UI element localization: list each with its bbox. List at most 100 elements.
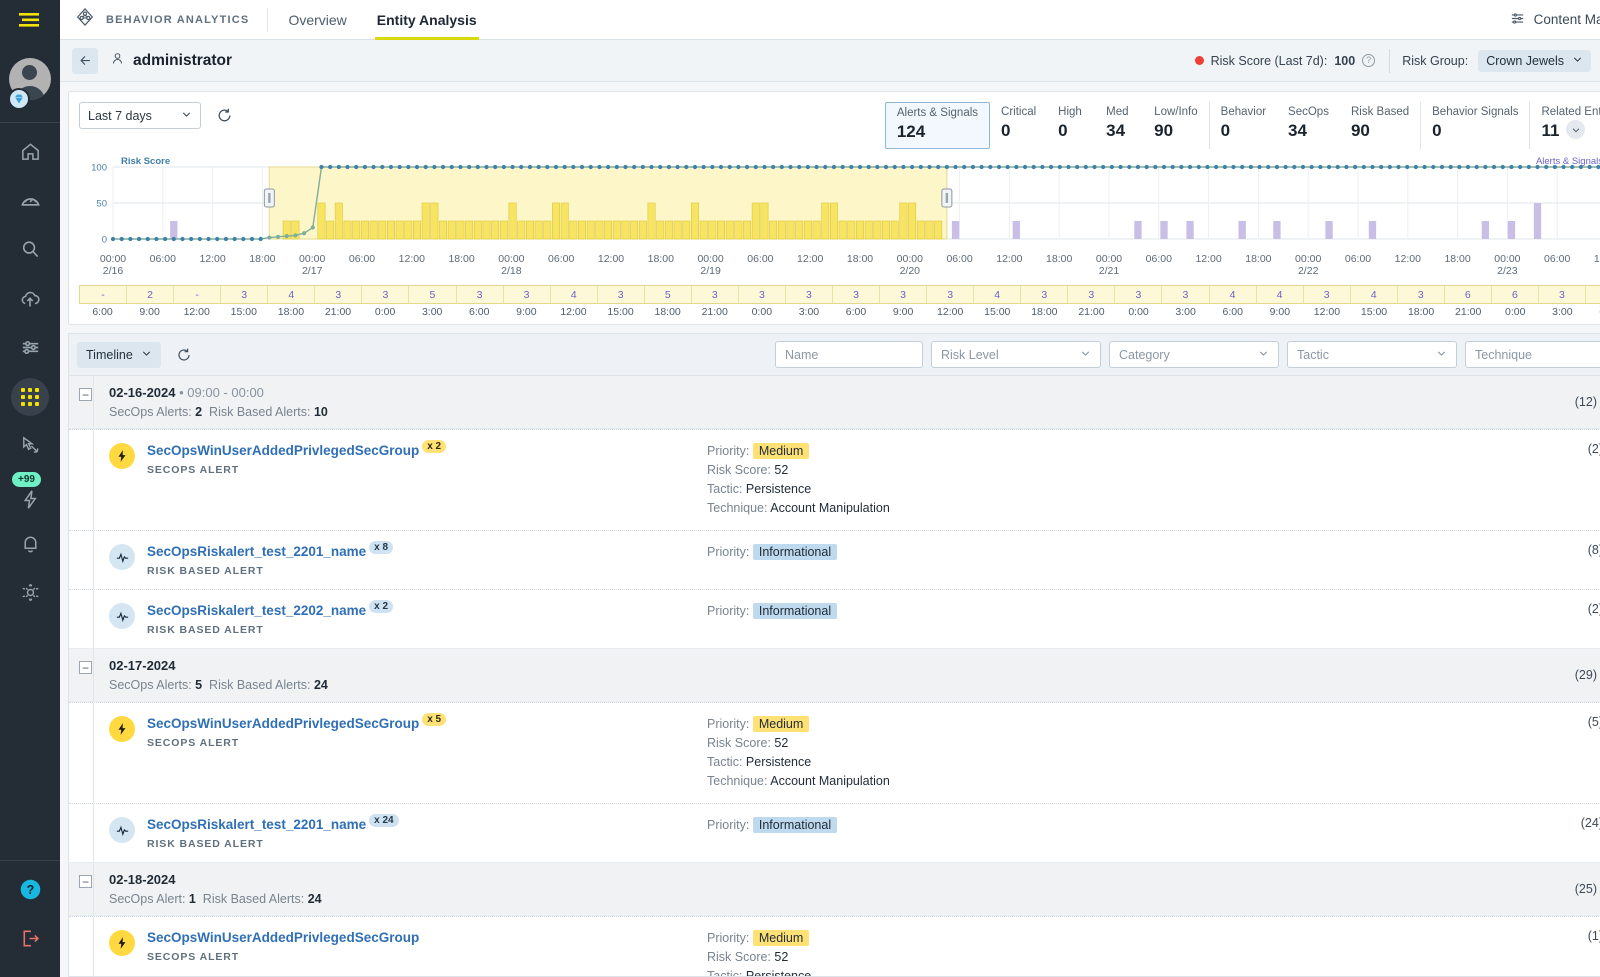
scrubber-cell[interactable]: 6: [1492, 286, 1539, 303]
sidebar-item-apps[interactable]: [0, 372, 60, 421]
scrubber-cell[interactable]: -: [80, 286, 128, 303]
metric-behavior[interactable]: Behavior 0: [1208, 102, 1277, 149]
scrubber-cell[interactable]: 3: [833, 286, 881, 303]
scrubber-cell[interactable]: 3: [1162, 286, 1210, 303]
scrubber-cell[interactable]: 5: [409, 286, 457, 303]
app-logo[interactable]: [0, 0, 60, 40]
risk-group-label: Risk Group:: [1402, 53, 1469, 68]
category-select[interactable]: Category: [1109, 341, 1279, 368]
metric-secops[interactable]: SecOps 34: [1277, 102, 1340, 149]
scrubber-cell[interactable]: 3: [1586, 286, 1600, 303]
tab-overview[interactable]: Overview: [286, 0, 348, 40]
sidebar-item-logout[interactable]: [0, 914, 60, 963]
day-group-header[interactable]: − 02-17-2024 SecOps Alerts: 5 Risk Based A…: [69, 649, 1600, 702]
sidebar-item-configuration[interactable]: [0, 568, 60, 617]
scrubber-cell[interactable]: 3: [786, 286, 833, 303]
scrubber-cell[interactable]: 3: [1068, 286, 1116, 303]
metric-low-info[interactable]: Low/Info 90: [1143, 102, 1208, 149]
sidebar-item-upload[interactable]: [0, 274, 60, 323]
scrubber-cell[interactable]: 4: [551, 286, 598, 303]
sidebar-item-dashboard[interactable]: [0, 176, 60, 225]
scrubber-cell[interactable]: 3: [1539, 286, 1586, 303]
metric-med[interactable]: Med 34: [1095, 102, 1143, 149]
metric-alerts-signals[interactable]: Alerts & Signals 124: [884, 102, 991, 149]
scrubber-cell[interactable]: 3: [1304, 286, 1351, 303]
scrubber-cell[interactable]: 2: [127, 286, 175, 303]
scrubber-tick-label: 15:00: [984, 306, 1011, 318]
scrubber-cell[interactable]: 3: [221, 286, 269, 303]
alert-row[interactable]: SecOpsRiskalert_test_2201_name x 24 RISK B…: [69, 803, 1600, 862]
scrubber-cell[interactable]: 3: [598, 286, 645, 303]
alert-row[interactable]: SecOpsWinUserAddedPrivlegedSecGroup x 5 SE…: [69, 702, 1600, 803]
risk-timeline-chart[interactable]: 050100024Risk ScoreAlerts & Signals: [79, 153, 1600, 253]
alert-title-link[interactable]: SecOpsRiskalert_test_2202_name x 2: [147, 600, 394, 618]
scrubber-tick-label: 18:00: [654, 306, 681, 318]
alert-row[interactable]: SecOpsWinUserAddedPrivlegedSecGroup x 2 SE…: [69, 429, 1600, 530]
date-range-select[interactable]: Last 7 days: [79, 102, 201, 129]
alert-row[interactable]: SecOpsRiskalert_test_2201_name x 8 RISK BA…: [69, 530, 1600, 589]
collapse-toggle[interactable]: −: [79, 875, 92, 888]
scrubber-cell[interactable]: 3: [927, 286, 975, 303]
scrubber-cell[interactable]: 3: [457, 286, 504, 303]
scrubber-cell[interactable]: 3: [880, 286, 928, 303]
alert-risk-score-row: Risk Score: 52: [707, 736, 789, 750]
scrubber-cell[interactable]: 3: [315, 286, 363, 303]
scrubber-cell[interactable]: 3: [739, 286, 786, 303]
scrubber-cell[interactable]: 3: [692, 286, 739, 303]
scrubber-cells[interactable]: -2-343353343533333343333443436633: [79, 285, 1600, 304]
sidebar-item-help[interactable]: ?: [0, 865, 60, 914]
collapse-toggle[interactable]: −: [79, 388, 92, 401]
scrubber-cell[interactable]: 3: [1021, 286, 1069, 303]
metric-risk-based[interactable]: Risk Based 90: [1340, 102, 1420, 149]
scrubber-cell[interactable]: 3: [362, 286, 410, 303]
scrubber-cell[interactable]: 5: [645, 286, 692, 303]
back-button[interactable]: [72, 47, 98, 74]
scrubber-cell[interactable]: 3: [504, 286, 551, 303]
scrubber-cell[interactable]: 4: [1210, 286, 1257, 303]
time-scrubber[interactable]: -2-343353343533333343333443436633 6:009:…: [79, 285, 1600, 324]
alert-title-link[interactable]: SecOpsWinUserAddedPrivlegedSecGroup x 2: [147, 440, 447, 458]
scrubber-cell[interactable]: 6: [1445, 286, 1492, 303]
sidebar-item-alerts[interactable]: +99: [0, 470, 60, 519]
collapse-toggle[interactable]: −: [79, 661, 92, 674]
risk-group-select[interactable]: Crown Jewels: [1478, 49, 1591, 72]
sidebar-item-select[interactable]: [0, 421, 60, 470]
name-input[interactable]: Name: [775, 341, 923, 368]
avatar[interactable]: [0, 40, 60, 118]
day-group-header[interactable]: − 02-16-2024 • 09:00 - 00:00 SecOps Alerts…: [69, 376, 1600, 429]
metric-related-entities[interactable]: Related Entities 11: [1529, 102, 1600, 149]
alert-title-link[interactable]: SecOpsRiskalert_test_2201_name x 24: [147, 814, 399, 832]
alert-title-link[interactable]: SecOpsWinUserAddedPrivlegedSecGroup: [147, 930, 419, 945]
technique-select[interactable]: Technique: [1465, 341, 1600, 368]
tactic-select[interactable]: Tactic: [1287, 341, 1457, 368]
alert-title-link[interactable]: SecOpsWinUserAddedPrivlegedSecGroup x 5: [147, 713, 447, 731]
timeline-scroll-area[interactable]: − 02-16-2024 • 09:00 - 00:00 SecOps Alerts…: [69, 376, 1600, 976]
alert-row[interactable]: SecOpsWinUserAddedPrivlegedSecGroup SECOP…: [69, 916, 1600, 976]
scrubber-cell[interactable]: -: [174, 286, 222, 303]
sidebar-item-notifications[interactable]: [0, 519, 60, 568]
timeline-refresh-button[interactable]: [171, 342, 197, 368]
axis-tick-label: 12:00: [996, 253, 1023, 265]
day-group-header[interactable]: − 02-18-2024 SecOps Alert: 1 Risk Based Al…: [69, 863, 1600, 916]
sidebar-item-search[interactable]: [0, 225, 60, 274]
content-manager-button[interactable]: Content Manager: [1509, 10, 1600, 30]
metric-critical[interactable]: Critical 0: [990, 102, 1047, 149]
alert-title-link[interactable]: SecOpsRiskalert_test_2201_name x 8: [147, 541, 394, 559]
refresh-button[interactable]: [211, 102, 238, 129]
scrubber-cell[interactable]: 3: [1115, 286, 1163, 303]
sidebar-item-settings-tune[interactable]: [0, 323, 60, 372]
scrubber-cell[interactable]: 4: [268, 286, 316, 303]
scrubber-cell[interactable]: 3: [1398, 286, 1445, 303]
tab-entity-analysis[interactable]: Entity Analysis: [374, 0, 479, 40]
metric-behavior-signals[interactable]: Behavior Signals 0: [1420, 102, 1529, 149]
scrubber-cell[interactable]: 4: [974, 286, 1022, 303]
chevron-down-icon[interactable]: [1566, 120, 1586, 139]
scrubber-cell[interactable]: 4: [1351, 286, 1398, 303]
alert-row[interactable]: SecOpsRiskalert_test_2202_name x 2 RISK BA…: [69, 589, 1600, 648]
view-mode-select[interactable]: Timeline: [77, 341, 161, 368]
scrubber-cell[interactable]: 4: [1257, 286, 1304, 303]
sidebar-item-home[interactable]: [0, 127, 60, 176]
risk-level-select[interactable]: Risk Level: [931, 341, 1101, 368]
metric-high[interactable]: High 0: [1047, 102, 1095, 149]
question-circle-icon[interactable]: ?: [1362, 54, 1376, 67]
